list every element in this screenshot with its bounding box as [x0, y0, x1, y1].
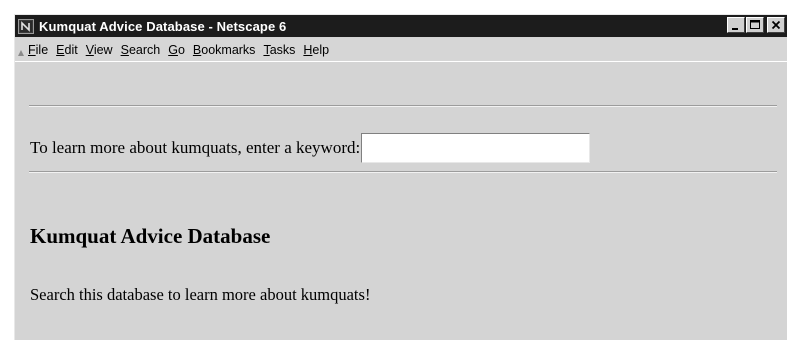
menu-tasks[interactable]: Tasks	[263, 43, 295, 57]
maximize-icon	[750, 20, 760, 29]
keyword-prompt-label: To learn more about kumquats, enter a ke…	[30, 138, 361, 157]
menu-search[interactable]: Search	[121, 43, 161, 57]
close-icon	[771, 20, 781, 30]
title-bar[interactable]: Kumquat Advice Database - Netscape 6	[15, 15, 787, 37]
netscape-app-icon[interactable]	[18, 18, 34, 34]
keyword-input[interactable]	[361, 133, 591, 163]
window-title: Kumquat Advice Database - Netscape 6	[39, 18, 287, 34]
minimize-icon	[732, 28, 738, 30]
menu-edit[interactable]: Edit	[56, 43, 78, 57]
close-button[interactable]	[767, 17, 785, 33]
menu-bookmarks[interactable]: Bookmarks	[193, 43, 256, 57]
page-content: To learn more about kumquats, enter a ke…	[15, 63, 787, 340]
horizontal-rule-top	[29, 105, 777, 107]
menu-help[interactable]: Help	[303, 43, 329, 57]
page-heading: Kumquat Advice Database	[30, 224, 271, 248]
menu-view[interactable]: View	[86, 43, 113, 57]
maximize-button[interactable]	[746, 17, 764, 33]
minimize-button[interactable]	[727, 17, 745, 33]
page-description: Search this database to learn more about…	[30, 285, 371, 304]
browser-window: Kumquat Advice Database - Netscape 6 Fil…	[14, 14, 787, 340]
menu-go[interactable]: Go	[168, 43, 185, 57]
menubar-grip-icon[interactable]	[18, 49, 24, 56]
search-form: To learn more about kumquats, enter a ke…	[30, 132, 591, 164]
window-controls	[726, 17, 785, 33]
menu-file[interactable]: File	[28, 43, 48, 57]
horizontal-rule-bottom	[29, 171, 777, 173]
menu-bar: File Edit View Search Go Bookmarks Tasks…	[15, 38, 787, 62]
